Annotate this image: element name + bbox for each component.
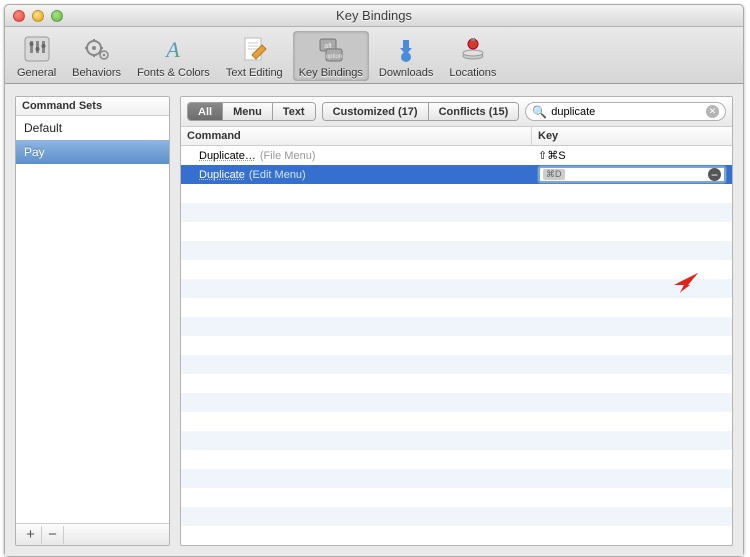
- sidebar-item-default[interactable]: Default: [16, 116, 169, 140]
- command-cell: Duplicate… (File Menu): [181, 150, 532, 162]
- remove-binding-icon[interactable]: −: [708, 168, 721, 181]
- toolbar-behaviors[interactable]: Behaviors: [66, 31, 127, 81]
- toolbar-downloads[interactable]: Downloads: [373, 31, 439, 81]
- table-row[interactable]: Duplicate… (File Menu) ⇧⌘S: [181, 146, 732, 165]
- bindings-table: Duplicate… (File Menu) ⇧⌘S Duplicate (Ed…: [181, 146, 732, 545]
- window-title: Key Bindings: [5, 8, 743, 23]
- table-row: [181, 469, 732, 488]
- font-icon: A: [157, 33, 189, 65]
- filter-segmented: Customized (17) Conflicts (15): [322, 102, 520, 121]
- filter-bar: All Menu Text Customized (17) Conflicts …: [181, 97, 732, 127]
- toolbar: General Behaviors A Fonts & Colors Text …: [5, 27, 743, 84]
- table-row: [181, 374, 732, 393]
- table-row: [181, 393, 732, 412]
- sidebar-footer: + −: [16, 523, 169, 545]
- toolbar-label: Behaviors: [72, 67, 121, 79]
- sidebar-item-pay[interactable]: Pay: [16, 140, 169, 164]
- keybinding-text: ⇧⌘S: [538, 149, 566, 162]
- table-header: Command Key: [181, 127, 732, 146]
- column-key[interactable]: Key: [532, 127, 732, 145]
- sidebar: Command Sets Default Pay + −: [15, 96, 170, 546]
- key-cell: ⇧⌘S: [532, 149, 732, 162]
- search-input[interactable]: [551, 106, 702, 118]
- search-icon: 🔍: [532, 105, 547, 119]
- command-set-list: Default Pay: [16, 116, 169, 523]
- search-field[interactable]: 🔍 ✕: [525, 102, 726, 121]
- svg-text:option: option: [326, 54, 342, 60]
- keybinding-text: ⌘D: [543, 169, 565, 180]
- table-row: [181, 355, 732, 374]
- preferences-window: Key Bindings General Behaviors A Fonts &…: [4, 4, 744, 557]
- table-row: [181, 279, 732, 298]
- table-row: [181, 184, 732, 203]
- table-row: [181, 241, 732, 260]
- table-row: [181, 336, 732, 355]
- main-panel: All Menu Text Customized (17) Conflicts …: [180, 96, 733, 546]
- toolbar-fonts-colors[interactable]: A Fonts & Colors: [131, 31, 216, 81]
- toolbar-label: Key Bindings: [299, 67, 363, 79]
- table-row: [181, 431, 732, 450]
- content-area: Command Sets Default Pay + − All Menu Te…: [5, 84, 743, 556]
- table-row: [181, 526, 732, 545]
- keys-icon: altoption: [315, 33, 347, 65]
- table-row: [181, 222, 732, 241]
- table-row: [181, 317, 732, 336]
- scope-all[interactable]: All: [188, 103, 223, 120]
- column-command[interactable]: Command: [181, 127, 532, 145]
- toolbar-label: Text Editing: [226, 67, 283, 79]
- toolbar-label: General: [17, 67, 56, 79]
- sidebar-item-label: Pay: [24, 145, 45, 159]
- command-text: Duplicate: [199, 169, 245, 181]
- table-row: [181, 488, 732, 507]
- add-set-button[interactable]: +: [20, 526, 42, 544]
- titlebar: Key Bindings: [5, 5, 743, 27]
- sidebar-header: Command Sets: [16, 97, 169, 116]
- toolbar-label: Locations: [449, 67, 496, 79]
- scope-menu[interactable]: Menu: [223, 103, 273, 120]
- table-row: [181, 298, 732, 317]
- table-row: [181, 260, 732, 279]
- toolbar-locations[interactable]: Locations: [443, 31, 502, 81]
- slider-icon: [21, 33, 53, 65]
- table-row: [181, 450, 732, 469]
- gears-icon: [81, 33, 113, 65]
- keybinding-input[interactable]: ⌘D −: [538, 166, 726, 183]
- remove-set-button[interactable]: −: [42, 526, 64, 544]
- filter-conflicts[interactable]: Conflicts (15): [429, 103, 519, 120]
- command-text: Duplicate…: [199, 150, 256, 162]
- table-row: [181, 507, 732, 526]
- key-cell[interactable]: ⌘D −: [532, 166, 732, 183]
- clear-search-icon[interactable]: ✕: [706, 105, 719, 118]
- sidebar-item-label: Default: [24, 121, 62, 135]
- command-cell: Duplicate (Edit Menu): [181, 169, 532, 181]
- command-context: (File Menu): [260, 150, 316, 162]
- table-row[interactable]: Duplicate (Edit Menu) ⌘D −: [181, 165, 732, 184]
- scope-text[interactable]: Text: [273, 103, 315, 120]
- toolbar-general[interactable]: General: [11, 31, 62, 81]
- toolbar-label: Fonts & Colors: [137, 67, 210, 79]
- svg-text:A: A: [165, 37, 181, 62]
- disk-icon: [457, 33, 489, 65]
- filter-customized[interactable]: Customized (17): [323, 103, 429, 120]
- download-icon: [390, 33, 422, 65]
- command-context: (Edit Menu): [249, 169, 306, 181]
- toolbar-label: Downloads: [379, 67, 433, 79]
- scope-segmented: All Menu Text: [187, 102, 316, 121]
- toolbar-key-bindings[interactable]: altoption Key Bindings: [293, 31, 369, 81]
- table-row: [181, 412, 732, 431]
- toolbar-text-editing[interactable]: Text Editing: [220, 31, 289, 81]
- table-row: [181, 203, 732, 222]
- document-pencil-icon: [238, 33, 270, 65]
